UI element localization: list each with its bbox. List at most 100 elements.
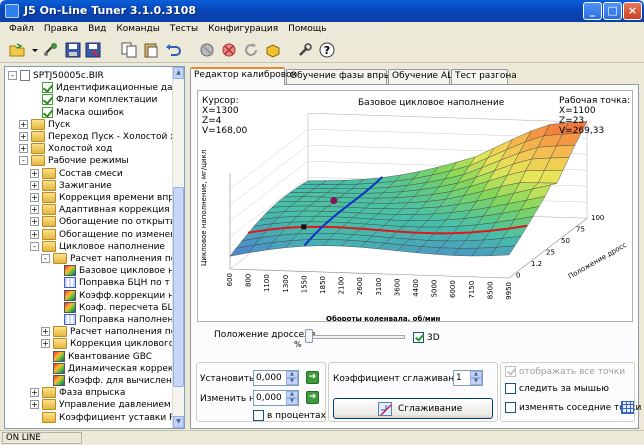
spin-up-icon[interactable]: ▲ (286, 371, 298, 378)
throttle-slider-track[interactable] (305, 335, 405, 339)
expand-icon[interactable]: + (41, 327, 50, 337)
paste-icon[interactable] (142, 41, 160, 59)
tab-calibration-editor[interactable]: Редактор калибровок (190, 67, 297, 85)
menu-tests[interactable]: Тесты (165, 22, 203, 37)
menu-edit[interactable]: Правка (39, 22, 83, 37)
tree-item[interactable]: Флаги комплектации (30, 94, 157, 106)
collapse-icon[interactable]: - (19, 156, 28, 166)
menu-configuration[interactable]: Конфигурация (203, 22, 283, 37)
set-value-spinner[interactable]: ▲ ▼ (253, 370, 299, 386)
apply-change-arrow-icon[interactable]: ➜ (306, 391, 319, 404)
tree-item[interactable]: - Расчет наполнения по д (41, 253, 184, 265)
smooth-button[interactable]: Сглаживание (333, 398, 493, 419)
apply-set-arrow-icon[interactable]: ➜ (306, 371, 319, 384)
tree-item[interactable]: + Обогащение по изменени (30, 228, 182, 241)
tree-item[interactable]: Маска ошибок (30, 106, 124, 119)
expand-icon[interactable]: + (19, 144, 28, 154)
collapse-icon[interactable]: - (41, 254, 50, 263)
check-3d[interactable] (413, 332, 424, 343)
spin-up-icon[interactable]: ▲ (470, 371, 482, 378)
maximize-button[interactable]: □ (603, 2, 622, 20)
minimize-button[interactable]: _ (583, 2, 602, 20)
throttle-slider-thumb[interactable] (305, 329, 313, 343)
tree-item[interactable]: Квантование GBC (41, 350, 152, 363)
tree-item[interactable]: + Обогащение по открытию д (30, 216, 184, 228)
open-folder-icon[interactable] (8, 41, 26, 59)
menu-help[interactable]: Помощь (283, 22, 331, 37)
menu-file[interactable]: Файл (4, 22, 39, 37)
expand-icon[interactable]: + (19, 119, 28, 129)
tab-injection-phase-learning[interactable]: Обучение фазы впрыска (286, 69, 407, 84)
connect-icon[interactable] (42, 41, 60, 59)
tree-item[interactable]: Коэфф.коррекции н (52, 289, 174, 302)
tree-item[interactable]: + Коррекция циклового н (41, 338, 183, 350)
expand-icon[interactable]: + (30, 205, 39, 215)
set-value-input[interactable] (256, 372, 284, 384)
tree-item[interactable]: Коэффициент уставки РХХ (30, 411, 184, 424)
tree-item[interactable]: Коэфф. для вычислени (41, 375, 178, 387)
scroll-thumb[interactable] (173, 187, 184, 387)
tree-item[interactable]: + Фаза впрыска (30, 387, 125, 399)
spin-down-icon[interactable]: ▼ (286, 398, 298, 405)
change-value-spinner[interactable]: ▲ ▼ (253, 390, 299, 406)
tools-icon[interactable] (296, 41, 314, 59)
tree-item[interactable]: + Адаптивная коррекция по т (30, 204, 184, 216)
refresh-icon[interactable] (242, 41, 260, 59)
tree-item[interactable]: - Цикловое наполнение (30, 240, 165, 253)
smooth-coef-input[interactable] (456, 372, 470, 384)
tab-alf-learning[interactable]: Обучение ALF (388, 69, 457, 84)
tree-item[interactable]: + Управление давлением на (30, 399, 184, 411)
tree-item[interactable]: Коэф. пересчета БЦ (52, 301, 175, 314)
tree-item[interactable]: Поправка БЦН по т (52, 277, 170, 289)
expand-icon[interactable]: + (41, 339, 50, 349)
surface-chart[interactable]: 600 800 1100 1300 1550 1850 2100 2600 3100 3600 44… (197, 90, 633, 322)
tree-item[interactable]: - SPTJ50005c.BIR (8, 70, 104, 82)
save-as-icon[interactable] (84, 41, 102, 59)
tree-item[interactable]: + Переход Пуск - Холостой ход (19, 131, 184, 143)
expand-icon[interactable]: + (30, 229, 39, 239)
tree-item[interactable]: - Рабочие режимы (19, 155, 129, 167)
menu-commands[interactable]: Команды (111, 22, 164, 37)
expand-icon[interactable]: + (30, 193, 39, 202)
follow-mouse-checkbox[interactable] (505, 383, 516, 394)
tree-item[interactable]: + Зажигание (30, 179, 112, 192)
tree-item[interactable]: Поправка наполнен (52, 314, 173, 326)
tree-item[interactable]: + Состав смеси (30, 167, 123, 180)
dropdown-arrow-icon[interactable] (26, 41, 38, 59)
disconnect-icon[interactable] (198, 41, 216, 59)
tree-item[interactable]: + Пуск (19, 118, 70, 131)
expand-icon[interactable]: + (30, 180, 39, 190)
change-value-input[interactable] (256, 392, 284, 404)
help-icon[interactable]: ? (318, 41, 336, 59)
expand-icon[interactable]: + (30, 168, 39, 178)
tree-item[interactable]: + Холостой ход (19, 143, 112, 155)
scroll-down-icon[interactable]: ▼ (173, 416, 184, 428)
tree-item[interactable]: Динамическая коррек (41, 362, 173, 375)
copy-icon[interactable] (120, 41, 138, 59)
percent-checkbox[interactable] (253, 410, 264, 421)
spin-down-icon[interactable]: ▼ (286, 378, 298, 385)
change-neighbors-checkbox[interactable] (505, 402, 516, 413)
menu-view[interactable]: Вид (83, 22, 111, 37)
tree-item[interactable]: Идентификационные данные (30, 82, 184, 94)
show-all-points-checkbox[interactable] (505, 366, 516, 377)
expand-icon[interactable]: + (19, 132, 28, 141)
close-button[interactable]: × (623, 2, 642, 20)
save-icon[interactable] (64, 41, 82, 59)
calibration-tree[interactable]: - SPTJ50005c.BIR Идентификационные данные Ф… (4, 66, 185, 429)
spin-down-icon[interactable]: ▼ (470, 378, 482, 385)
cursor-point-marker[interactable] (330, 197, 338, 205)
collapse-icon[interactable]: - (8, 71, 17, 80)
undo-icon[interactable] (164, 41, 182, 59)
record-icon[interactable] (220, 41, 238, 59)
tree-item[interactable]: + Коррекция времени впрыс (30, 192, 184, 204)
tab-acceleration-test[interactable]: Тест разгона (451, 69, 517, 84)
spin-up-icon[interactable]: ▲ (286, 391, 298, 398)
cube-icon[interactable] (264, 41, 282, 59)
expand-icon[interactable]: + (30, 388, 39, 398)
expand-icon[interactable]: + (30, 217, 39, 227)
scroll-up-icon[interactable]: ▲ (173, 67, 184, 79)
collapse-icon[interactable]: - (30, 241, 39, 251)
tree-scrollbar[interactable]: ▲ ▼ (172, 67, 184, 428)
smooth-coef-spinner[interactable]: ▲ ▼ (453, 370, 483, 386)
